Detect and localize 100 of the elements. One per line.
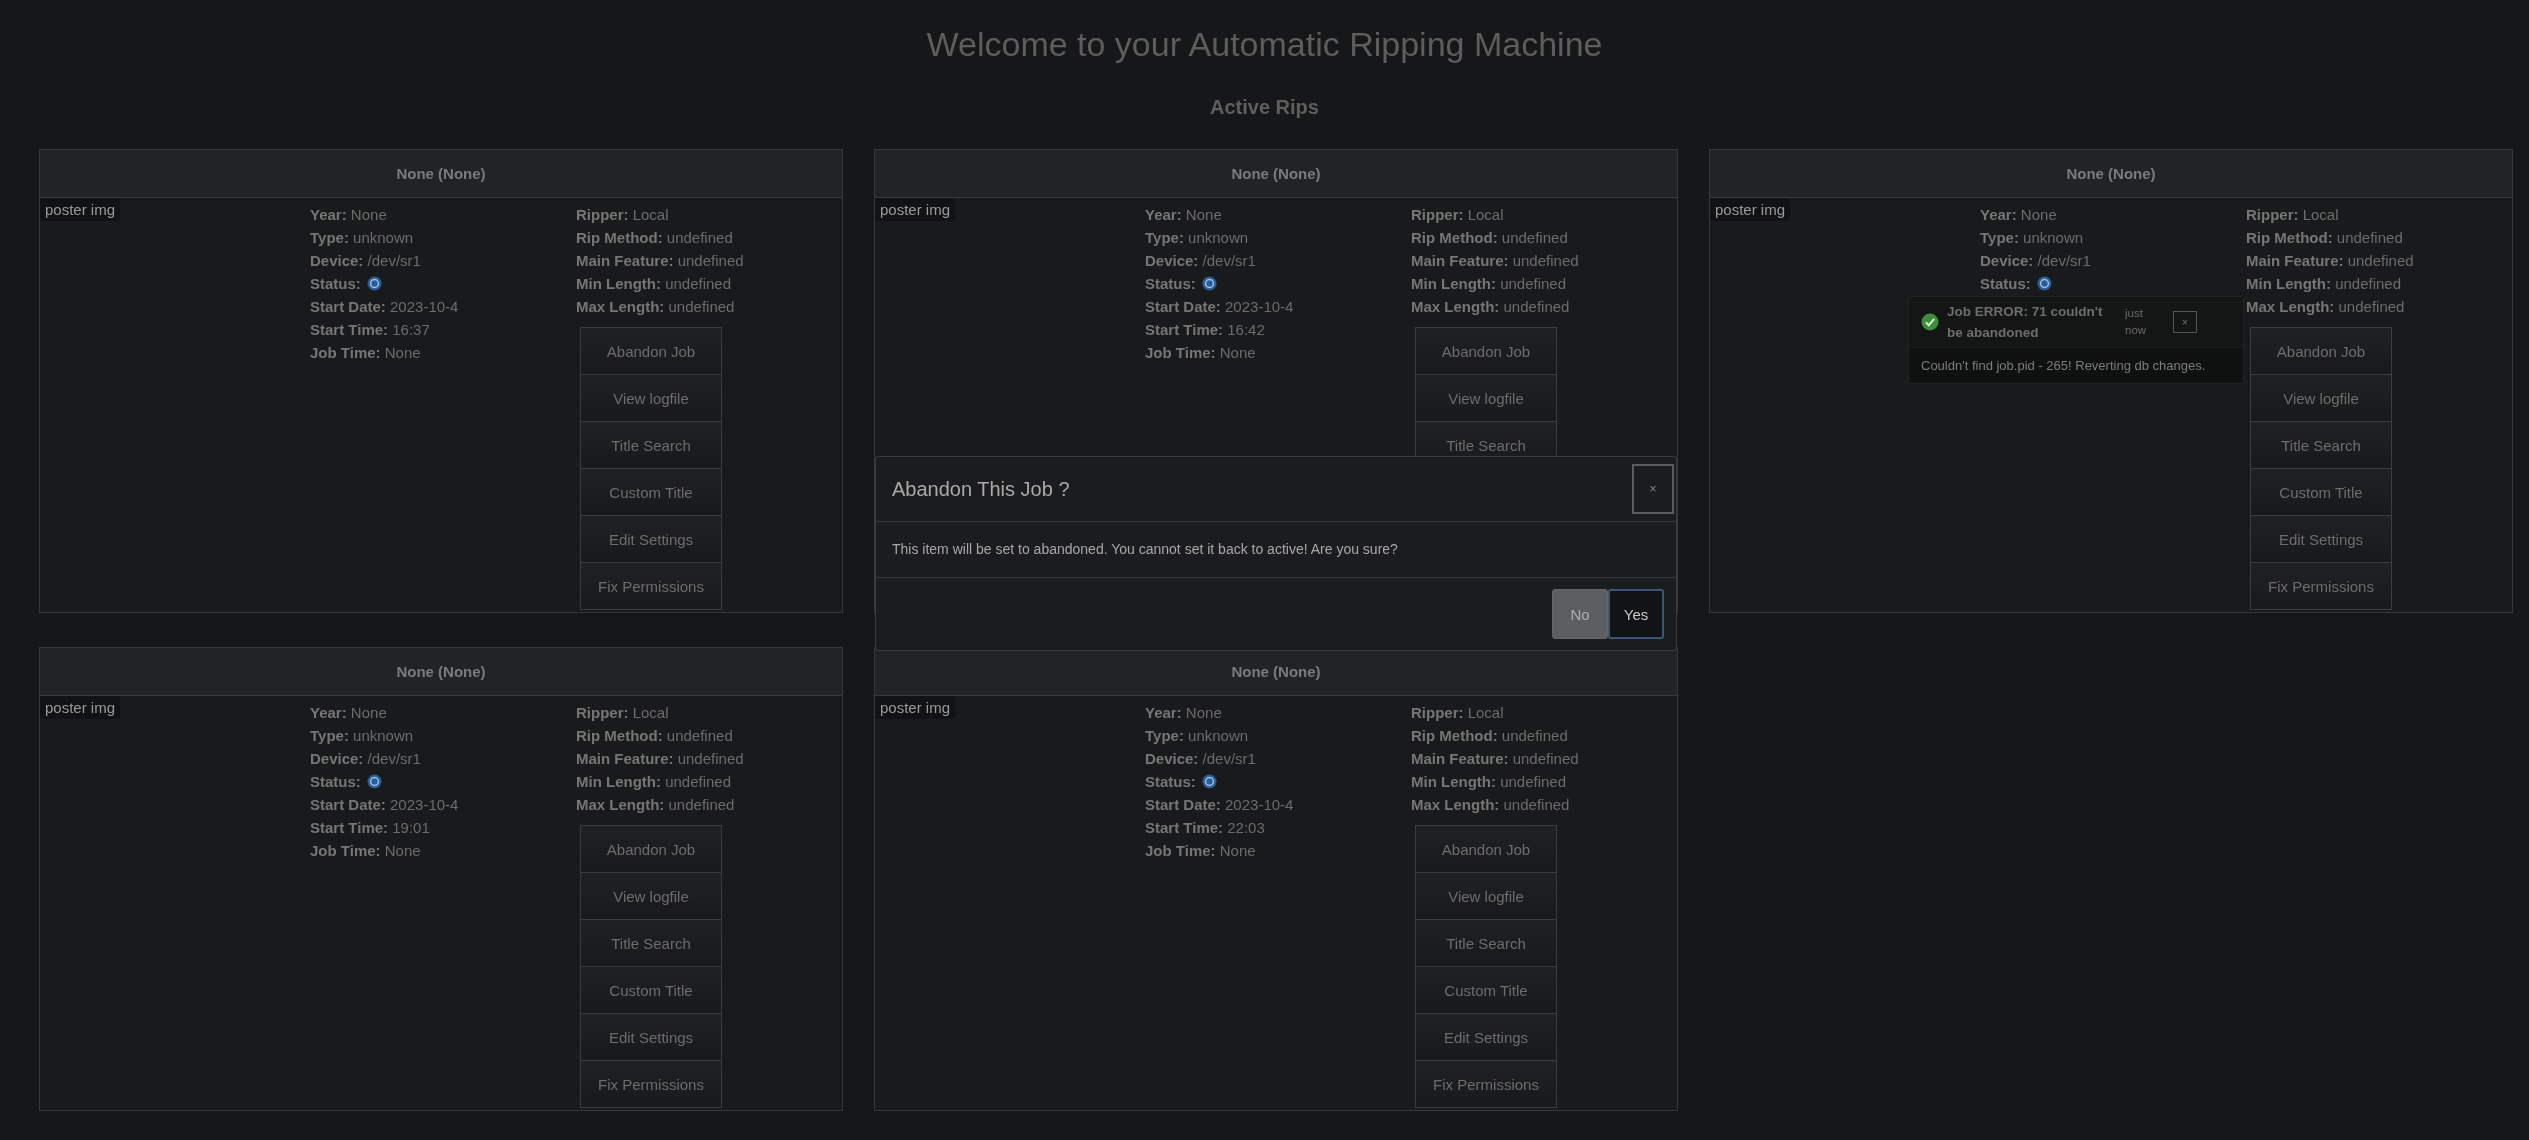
detail-text: Start Date: 2023-10-4 — [310, 795, 459, 815]
detail-text: Job Time: None — [310, 343, 421, 363]
check-icon — [1921, 313, 1939, 331]
dialog-button[interactable]: No — [1552, 589, 1608, 639]
detail-label: Status: — [1145, 274, 1196, 294]
card-header: None (None) — [875, 648, 1677, 696]
detail-text: Main Feature: undefined — [2246, 251, 2414, 271]
detail-text: Ripper: Local — [576, 703, 669, 723]
detail-label: Status: — [1145, 772, 1196, 792]
job-action-button[interactable]: View logfile — [2250, 374, 2392, 422]
detail-text: Rip Method: undefined — [2246, 228, 2403, 248]
dialog-message: This item will be set to abandoned. You cannot set it back to active! Are you sure? — [892, 541, 1398, 557]
section-heading: Active Rips — [1209, 95, 1320, 119]
detail-label: Status: — [1980, 274, 2031, 294]
detail-text: Start Date: 2023-10-4 — [310, 297, 459, 317]
detail-text: Min Length: undefined — [576, 772, 732, 792]
detail-text: Max Length: undefined — [1411, 297, 1570, 317]
job-action-button[interactable]: Edit Settings — [580, 1013, 722, 1061]
job-action-button[interactable]: Custom Title — [2250, 468, 2392, 516]
detail-text: Device: /dev/sr1 — [310, 749, 421, 769]
job-action-button[interactable]: Custom Title — [580, 966, 722, 1014]
job-action-button[interactable]: Title Search — [580, 421, 722, 469]
job-action-button[interactable]: Edit Settings — [580, 515, 722, 563]
toast-time: just now — [2125, 306, 2148, 338]
job-action-button[interactable]: Fix Permissions — [1415, 1060, 1557, 1108]
toast-message: Couldn't find job.pid - 265! Reverting db changes. — [1921, 358, 2206, 373]
detail-text: Job Time: None — [1145, 841, 1256, 861]
detail-text: Device: /dev/sr1 — [1145, 749, 1256, 769]
job-action-button[interactable]: Edit Settings — [2250, 515, 2392, 563]
job-action-button[interactable]: Fix Permissions — [2250, 562, 2392, 610]
job-action-button[interactable]: Abandon Job — [1415, 327, 1557, 375]
card-header: None (None) — [875, 150, 1677, 198]
detail-text: Main Feature: undefined — [576, 251, 744, 271]
detail-text: Device: /dev/sr1 — [1145, 251, 1256, 271]
detail-text: Main Feature: undefined — [576, 749, 744, 769]
detail-text: Min Length: undefined — [576, 274, 732, 294]
detail-text: Ripper: Local — [1411, 703, 1504, 723]
detail-text: Type: unknown — [310, 726, 414, 746]
detail-text: Job Time: None — [310, 841, 421, 861]
detail-text: Min Length: undefined — [1411, 274, 1567, 294]
poster-image: poster img — [40, 198, 121, 221]
detail-text: Start Time: 22:03 — [1145, 818, 1265, 838]
job-action-button[interactable]: View logfile — [1415, 374, 1557, 422]
detail-text: Ripper: Local — [576, 205, 669, 225]
job-action-button[interactable]: Title Search — [2250, 421, 2392, 469]
detail-text: Type: unknown — [310, 228, 414, 248]
detail-text: Max Length: undefined — [576, 297, 735, 317]
job-action-button[interactable]: View logfile — [580, 872, 722, 920]
job-action-button[interactable]: Custom Title — [1415, 966, 1557, 1014]
detail-text: Min Length: undefined — [2246, 274, 2402, 294]
detail-text: Year: None — [310, 205, 387, 225]
detail-text: Start Date: 2023-10-4 — [1145, 297, 1294, 317]
status-icon — [1201, 276, 1217, 291]
job-action-button[interactable]: Title Search — [1415, 919, 1557, 967]
job-action-button[interactable]: Abandon Job — [580, 327, 722, 375]
detail-text: Year: None — [310, 703, 387, 723]
detail-text: Rip Method: undefined — [1411, 726, 1568, 746]
detail-text: Ripper: Local — [1411, 205, 1504, 225]
poster-image: poster img — [1710, 198, 1791, 221]
detail-text: Max Length: undefined — [2246, 297, 2405, 317]
detail-text: Start Date: 2023-10-4 — [1145, 795, 1294, 815]
detail-text: Max Length: undefined — [576, 795, 735, 815]
poster-image: poster img — [875, 198, 956, 221]
close-button[interactable]: × — [1632, 464, 1674, 514]
detail-text: Start Time: 19:01 — [310, 818, 430, 838]
detail-text: Type: unknown — [1980, 228, 2084, 248]
page-title: Welcome to your Automatic Ripping Machine — [925, 24, 1604, 65]
detail-text: Type: unknown — [1145, 228, 1249, 248]
toast-title: Job ERROR: 71 couldn't be abandoned — [1947, 303, 2104, 342]
job-action-button[interactable]: Fix Permissions — [580, 562, 722, 610]
detail-text: Rip Method: undefined — [576, 228, 733, 248]
status-icon — [1201, 774, 1217, 789]
job-action-button[interactable]: View logfile — [1415, 872, 1557, 920]
poster-image: poster img — [875, 696, 956, 719]
detail-label: Status: — [310, 274, 361, 294]
poster-image: poster img — [40, 696, 121, 719]
close-button[interactable]: × — [2173, 311, 2197, 333]
job-action-button[interactable]: Abandon Job — [1415, 825, 1557, 873]
detail-text: Device: /dev/sr1 — [310, 251, 421, 271]
status-icon — [2036, 276, 2052, 291]
status-icon — [366, 774, 382, 789]
detail-text: Start Time: 16:37 — [310, 320, 430, 340]
job-action-button[interactable]: Edit Settings — [1415, 1013, 1557, 1061]
card-header: None (None) — [40, 648, 842, 696]
detail-text: Year: None — [1145, 205, 1222, 225]
job-action-button[interactable]: Abandon Job — [580, 825, 722, 873]
dialog-button[interactable]: Yes — [1608, 589, 1664, 639]
detail-text: Type: unknown — [1145, 726, 1249, 746]
detail-text: Max Length: undefined — [1411, 795, 1570, 815]
job-action-button[interactable]: Title Search — [580, 919, 722, 967]
job-action-button[interactable]: Fix Permissions — [580, 1060, 722, 1108]
dialog-title: Abandon This Job ? — [892, 477, 1070, 501]
status-icon — [366, 276, 382, 291]
job-action-button[interactable]: Abandon Job — [2250, 327, 2392, 375]
detail-text: Min Length: undefined — [1411, 772, 1567, 792]
detail-label: Status: — [310, 772, 361, 792]
detail-text: Start Time: 16:42 — [1145, 320, 1265, 340]
detail-text: Device: /dev/sr1 — [1980, 251, 2091, 271]
job-action-button[interactable]: View logfile — [580, 374, 722, 422]
job-action-button[interactable]: Custom Title — [580, 468, 722, 516]
